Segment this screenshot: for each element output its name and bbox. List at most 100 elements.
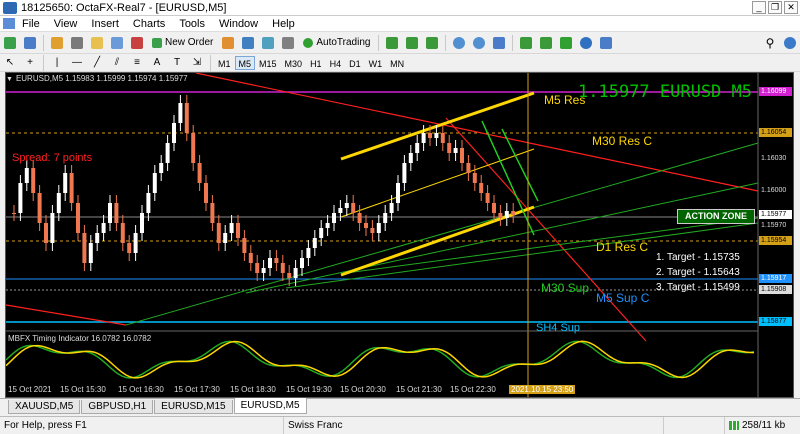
candle-body xyxy=(312,238,317,248)
status-profile: Swiss Franc xyxy=(284,416,664,434)
tab-eurusd-m5[interactable]: EURUSD,M5 xyxy=(233,398,307,414)
autotrading-button[interactable]: AutoTrading xyxy=(300,35,373,51)
tester-icon[interactable] xyxy=(129,35,145,51)
candle-body xyxy=(389,203,394,213)
indicator-label: MBFX Timing Indicator 16.0782 16.0782 xyxy=(8,334,152,343)
candle-body xyxy=(82,233,87,263)
candle-body xyxy=(421,133,426,143)
periods-icon[interactable] xyxy=(578,35,594,51)
candle-body xyxy=(434,133,439,138)
red-steep-line xyxy=(445,117,647,342)
price-tag-5: 1.15970 xyxy=(761,222,787,229)
label-icon[interactable]: T xyxy=(169,55,185,71)
profiles-icon[interactable] xyxy=(22,35,38,51)
candle-body xyxy=(37,193,42,223)
tab-eurusd-m15[interactable]: EURUSD,M15 xyxy=(154,400,233,414)
candle-body xyxy=(344,203,349,208)
menu-window[interactable]: Window xyxy=(212,18,265,30)
candle-body xyxy=(197,163,202,183)
candle-body xyxy=(204,183,208,203)
channel-icon[interactable]: ⫽ xyxy=(109,55,125,71)
timeframe-m30[interactable]: M30 xyxy=(281,56,307,70)
candle-body xyxy=(191,133,196,163)
zoom-out-icon[interactable] xyxy=(471,35,487,51)
timeframe-m1[interactable]: M1 xyxy=(214,56,235,70)
tab-xauusd-m5[interactable]: XAUUSD,M5 xyxy=(8,400,81,414)
close-button[interactable]: ✕ xyxy=(784,1,798,14)
crosshair-icon[interactable]: + xyxy=(22,55,38,71)
menu-file[interactable]: File xyxy=(15,18,47,30)
menu-insert[interactable]: Insert xyxy=(84,18,126,30)
fibonacci-icon[interactable]: ≡ xyxy=(129,55,145,71)
timeframe-h1[interactable]: H1 xyxy=(306,56,326,70)
time-cursor-badge: 2021.10.15 23:50 xyxy=(509,385,576,394)
search-icon[interactable]: ⚲ xyxy=(762,35,778,51)
menu-charts[interactable]: Charts xyxy=(126,18,172,30)
line-chart-icon[interactable] xyxy=(424,35,440,51)
candle-body xyxy=(248,253,253,263)
time-label-7: 15 Oct 20:30 xyxy=(340,385,386,394)
candle-body xyxy=(69,173,74,203)
candle-body xyxy=(146,193,151,213)
candle-body xyxy=(479,183,484,193)
menu-tools[interactable]: Tools xyxy=(172,18,212,30)
timeframe-w1[interactable]: W1 xyxy=(365,56,387,70)
new-order-label: New Order xyxy=(165,37,214,48)
chart-info-line: ▼ EURUSD,M5 1.15983 1.15999 1.15974 1.159… xyxy=(6,74,188,83)
navigator-icon[interactable] xyxy=(89,35,105,51)
new-order-button[interactable]: New Order xyxy=(149,35,216,51)
chart-canvas[interactable] xyxy=(5,72,793,397)
data-window-icon[interactable] xyxy=(69,35,85,51)
trendline-icon[interactable]: ╱ xyxy=(89,55,105,71)
market-icon[interactable] xyxy=(260,35,276,51)
autoscroll-icon[interactable] xyxy=(538,35,554,51)
candle-body xyxy=(338,208,343,213)
vps-icon[interactable] xyxy=(280,35,296,51)
timeframe-d1[interactable]: D1 xyxy=(345,56,365,70)
timeframe-h4[interactable]: H4 xyxy=(326,56,346,70)
app-icon xyxy=(3,1,17,14)
candlestick-icon[interactable] xyxy=(404,35,420,51)
bar-chart-icon[interactable] xyxy=(384,35,400,51)
market-watch-icon[interactable] xyxy=(49,35,65,51)
price-tag-4: 1.16000 xyxy=(761,187,787,194)
green-support-line-4 xyxy=(345,217,759,274)
candle-body xyxy=(101,223,106,233)
candle-body xyxy=(447,143,452,153)
restore-button[interactable]: ❐ xyxy=(768,1,782,14)
templates-icon[interactable] xyxy=(598,35,614,51)
label-sh4-sup: SH4 Sup xyxy=(536,322,581,334)
menu-help[interactable]: Help xyxy=(265,18,302,30)
terminal-icon[interactable] xyxy=(109,35,125,51)
time-label-4: 15 Oct 17:30 xyxy=(174,385,220,394)
candle-body xyxy=(268,258,272,268)
chat-icon[interactable] xyxy=(782,35,798,51)
tab-gbpusd-h1[interactable]: GBPUSD,H1 xyxy=(81,400,154,414)
candle-body xyxy=(287,273,292,278)
arrows-icon[interactable]: ⇲ xyxy=(189,55,205,71)
candle-body xyxy=(472,173,477,183)
indicator-line-yellow xyxy=(5,340,755,379)
chart-tabs: XAUUSD,M5 GBPUSD,H1 EURUSD,M15 EURUSD,M5 xyxy=(0,398,800,414)
horizontal-line-icon[interactable]: — xyxy=(69,55,85,71)
text-icon[interactable]: A xyxy=(149,55,165,71)
indicators-icon[interactable] xyxy=(558,35,574,51)
window-title: 18125650: OctaFX-Real7 - [EURUSD,M5] xyxy=(21,1,227,14)
timeframe-m5[interactable]: M5 xyxy=(234,55,256,70)
minimize-button[interactable]: _ xyxy=(752,1,766,14)
label-d1-res-c: D1 Res C xyxy=(596,240,649,254)
menu-view[interactable]: View xyxy=(47,18,85,30)
chart-shift-icon[interactable] xyxy=(518,35,534,51)
cursor-icon[interactable]: ↖ xyxy=(2,55,18,71)
price-chart[interactable] xyxy=(5,72,794,398)
metaeditor-icon[interactable] xyxy=(220,35,236,51)
tile-windows-icon[interactable] xyxy=(491,35,507,51)
timeframe-mn[interactable]: MN xyxy=(386,56,408,70)
candle-body xyxy=(408,153,413,163)
timeframe-m15[interactable]: M15 xyxy=(255,56,281,70)
new-chart-icon[interactable] xyxy=(2,35,18,51)
chart-window-icon xyxy=(3,18,15,29)
zoom-in-icon[interactable] xyxy=(451,35,467,51)
signals-icon[interactable] xyxy=(240,35,256,51)
vertical-line-icon[interactable]: | xyxy=(49,55,65,71)
